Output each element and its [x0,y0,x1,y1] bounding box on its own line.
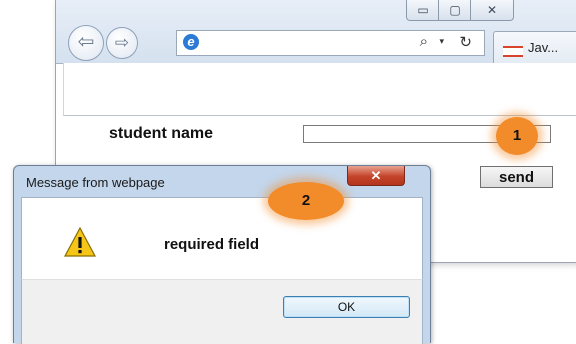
page-header-area [63,63,576,116]
send-button[interactable]: send [480,166,553,188]
browser-tab[interactable]: Jav... [493,31,576,64]
dialog-close-button[interactable]: ✕ [347,166,405,186]
alert-dialog: Message from webpage ✕ required field OK [13,165,431,344]
back-arrow-icon: ⇦ [77,31,95,53]
minimize-button[interactable]: ▭ [406,0,440,21]
warning-icon [64,227,96,257]
address-bar[interactable]: e ⌕ ▾ ↻ [176,30,485,56]
back-button[interactable]: ⇦ [68,25,104,61]
browser-chrome: ▭ ▢ ✕ ⇦ ⇨ e ⌕ ▾ ↻ Jav... [56,0,576,64]
dialog-body: required field [21,197,423,279]
search-icon[interactable]: ⌕ [420,33,428,50]
dialog-title: Message from webpage [26,175,165,190]
refresh-icon[interactable]: ↻ [459,33,472,51]
ie-logo-icon: e [183,34,199,50]
window-close-button[interactable]: ✕ [470,0,514,21]
forward-button[interactable]: ⇨ [106,27,138,59]
callout-badge-2: 2 [268,182,344,220]
forward-arrow-icon: ⇨ [114,33,130,52]
callout-badge-1: 1 [496,117,538,155]
ok-button[interactable]: OK [283,296,410,318]
dialog-footer: OK [21,279,423,344]
tab-favicon-icon [503,46,523,57]
tab-label: Jav... [528,40,559,55]
maximize-button[interactable]: ▢ [438,0,472,21]
student-name-label: student name [109,125,214,142]
dropdown-icon[interactable]: ▾ [439,36,444,47]
dialog-message: required field [164,236,260,253]
